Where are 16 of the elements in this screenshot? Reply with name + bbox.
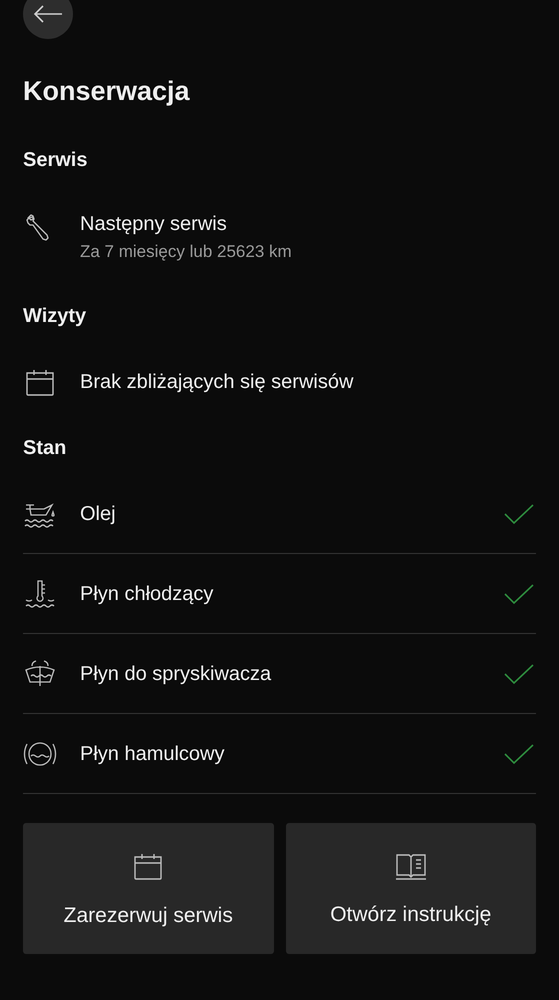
visits-text: Brak zbliżających się serwisów (80, 370, 354, 395)
service-subtitle: Za 7 miesięcy lub 25623 km (80, 242, 292, 262)
section-heading: Wizyty (23, 304, 88, 329)
status-label: Płyn hamulcowy (80, 742, 226, 766)
service-title: Następny serwis (80, 212, 228, 237)
book-service-button[interactable]: Zarezerwuj serwis (23, 823, 274, 954)
section-heading: Stan (23, 436, 68, 461)
thermometer-icon (23, 578, 57, 610)
open-manual-button[interactable]: Otwórz instrukcję (286, 823, 536, 954)
status-label: Płyn do spryskiwacza (80, 662, 272, 686)
status-label: Płyn chłodzący (80, 582, 214, 606)
back-button[interactable] (23, 0, 73, 39)
arrow-left-icon (32, 4, 64, 24)
section-heading: Serwis (23, 148, 88, 173)
page-title: Konserwacja (23, 75, 191, 108)
status-label: Olej (80, 502, 117, 526)
